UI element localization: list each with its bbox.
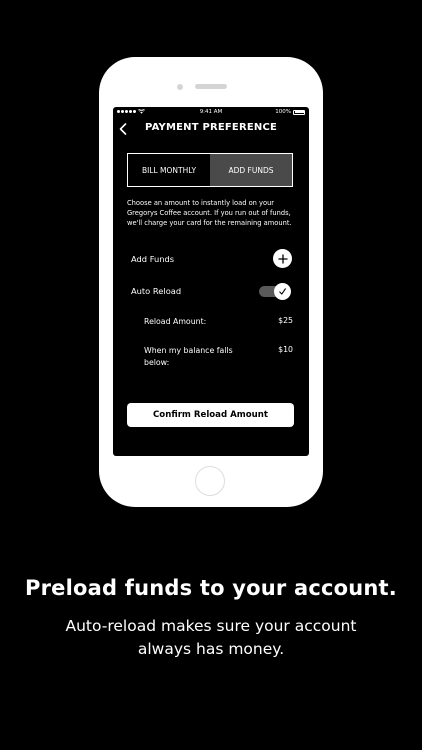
marketing-headline: Preload funds to your account. xyxy=(25,576,397,600)
phone-mockup: 9:41 AM 100% PAYMENT PREFERENCE BILL MON… xyxy=(99,57,323,507)
balance-threshold-value[interactable]: $10 xyxy=(278,345,293,354)
camera-icon xyxy=(177,84,183,90)
page-title: PAYMENT PREFERENCE xyxy=(144,122,278,133)
status-right: 100% xyxy=(275,109,305,115)
confirm-reload-button[interactable]: Confirm Reload Amount xyxy=(127,403,294,427)
reload-amount-value[interactable]: $25 xyxy=(278,316,293,325)
add-funds-button[interactable] xyxy=(273,249,292,268)
toggle-knob xyxy=(274,283,291,300)
phone-screen: 9:41 AM 100% PAYMENT PREFERENCE BILL MON… xyxy=(113,107,309,456)
speaker-grille xyxy=(195,84,227,89)
home-button xyxy=(195,466,225,496)
checkmark-icon xyxy=(279,288,286,295)
add-funds-description: Choose an amount to instantly load on yo… xyxy=(127,199,292,227)
auto-reload-toggle[interactable] xyxy=(259,283,293,300)
battery-icon xyxy=(293,109,305,115)
add-funds-label: Add Funds xyxy=(131,254,175,264)
tab-add-funds[interactable]: ADD FUNDS xyxy=(210,154,292,186)
status-bar: 9:41 AM 100% xyxy=(113,107,309,118)
battery-percent: 100% xyxy=(275,109,291,115)
tab-bill-monthly[interactable]: BILL MONTHLY xyxy=(128,154,210,186)
auto-reload-label: Auto Reload xyxy=(131,286,182,296)
balance-threshold-label: When my balance falls below: xyxy=(144,346,233,367)
reload-amount-label: Reload Amount: xyxy=(144,317,207,326)
marketing-subline: Auto-reload makes sure your account alwa… xyxy=(65,617,357,658)
plus-icon xyxy=(277,253,288,264)
payment-mode-segmented-control: BILL MONTHLY ADD FUNDS xyxy=(127,153,293,187)
